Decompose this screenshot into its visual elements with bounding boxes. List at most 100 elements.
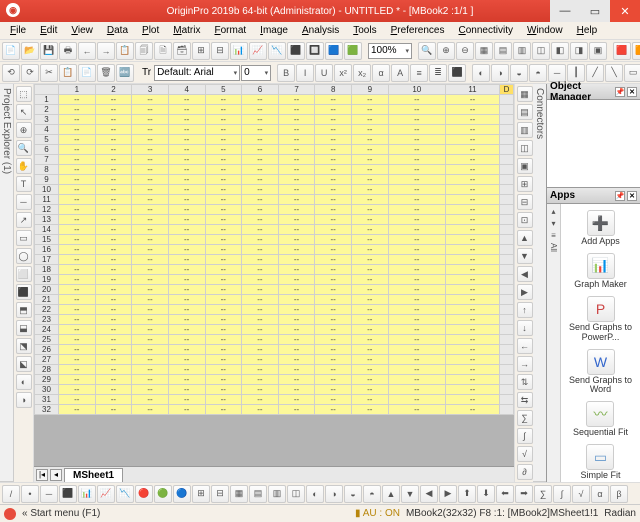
col-header[interactable]: 5 [205,85,242,95]
minimize-button[interactable]: ― [550,0,580,22]
rtool-16[interactable]: ⇅ [517,374,533,390]
row-header[interactable]: 22 [35,305,59,315]
cell[interactable]: -- [95,175,132,185]
cell[interactable]: -- [205,165,242,175]
cell[interactable]: -- [315,145,352,155]
cell[interactable]: -- [95,335,132,345]
cell[interactable]: -- [278,95,315,105]
cell[interactable]: -- [352,265,389,275]
tb2-btn-1[interactable]: ⟳ [21,64,39,82]
tb2-btn-3[interactable]: 📋 [59,64,77,82]
apps-resize-icon[interactable]: ≡ [551,231,556,240]
row-header[interactable]: 19 [35,275,59,285]
cell[interactable]: -- [278,275,315,285]
cell[interactable]: -- [132,295,169,305]
cell[interactable]: -- [388,405,445,415]
cell[interactable]: -- [205,375,242,385]
row-header[interactable]: 23 [35,315,59,325]
cell[interactable]: -- [242,365,279,375]
cell[interactable]: -- [168,335,205,345]
row-header[interactable]: 15 [35,235,59,245]
tb1c-btn-1[interactable]: 🟧 [632,42,640,60]
cell[interactable]: -- [95,265,132,275]
cell[interactable]: -- [315,265,352,275]
cell[interactable]: -- [352,245,389,255]
cell[interactable]: -- [352,165,389,175]
panel-pin-icon[interactable]: 📌 [615,87,625,97]
cell[interactable]: -- [242,295,279,305]
cell[interactable]: -- [352,195,389,205]
ltool-11[interactable]: ⬛ [16,284,32,300]
tb1b-btn-0[interactable]: 🔍 [418,42,436,60]
cell[interactable]: -- [59,315,96,325]
cell[interactable]: -- [352,275,389,285]
cell[interactable]: -- [168,405,205,415]
cell[interactable]: -- [205,335,242,345]
cell[interactable]: -- [242,305,279,315]
cell[interactable]: -- [168,375,205,385]
sheet-nav-first[interactable]: |◂ [36,469,48,481]
col-header[interactable]: 8 [315,85,352,95]
cell[interactable]: -- [315,125,352,135]
cell[interactable]: -- [278,405,315,415]
cell[interactable]: -- [95,105,132,115]
tb2b-btn-5[interactable]: α [372,64,390,82]
cell[interactable]: -- [278,385,315,395]
btool-22[interactable]: ◀ [420,485,438,503]
cell[interactable]: -- [132,125,169,135]
cell[interactable]: -- [168,385,205,395]
tb1-btn-5[interactable]: → [97,42,115,60]
cell[interactable]: -- [352,145,389,155]
cell[interactable]: -- [242,405,279,415]
cell[interactable]: -- [95,95,132,105]
cell[interactable]: -- [315,105,352,115]
cell[interactable]: -- [59,115,96,125]
cell[interactable]: -- [95,255,132,265]
cell[interactable]: -- [168,255,205,265]
cell[interactable]: -- [205,175,242,185]
cell[interactable]: -- [205,385,242,395]
cell[interactable]: -- [132,175,169,185]
tb1-btn-6[interactable]: 📋 [116,42,134,60]
cell[interactable]: -- [242,135,279,145]
cell[interactable]: -- [445,315,499,325]
btool-32[interactable]: β [610,485,628,503]
row-header[interactable]: 2 [35,105,59,115]
cell[interactable]: -- [352,255,389,265]
cell[interactable]: -- [168,345,205,355]
cell[interactable]: -- [95,225,132,235]
cell[interactable]: -- [59,235,96,245]
apps-scroll-up-icon[interactable]: ▴ [551,207,555,216]
btool-24[interactable]: ⬆ [458,485,476,503]
cell[interactable]: -- [242,375,279,385]
btool-28[interactable]: ∑ [534,485,552,503]
cell[interactable]: -- [95,285,132,295]
menu-tools[interactable]: Tools [347,24,382,37]
tb1b-btn-4[interactable]: ▤ [494,42,512,60]
tb2-btn-2[interactable]: ✂ [40,64,58,82]
cell[interactable]: -- [388,345,445,355]
col-header[interactable]: 1 [59,85,96,95]
cell[interactable]: -- [315,135,352,145]
cell[interactable]: -- [278,395,315,405]
cell[interactable]: -- [168,165,205,175]
cell[interactable]: -- [278,255,315,265]
row-header[interactable]: 29 [35,375,59,385]
panel-pin-icon[interactable]: 📌 [615,191,625,201]
cell[interactable]: -- [278,315,315,325]
cell[interactable]: -- [388,365,445,375]
cell[interactable]: -- [132,285,169,295]
tb1-btn-0[interactable]: 📄 [2,42,20,60]
cell[interactable]: -- [95,275,132,285]
cell[interactable]: -- [278,225,315,235]
btool-18[interactable]: ◒ [344,485,362,503]
cell[interactable]: -- [205,135,242,145]
cell[interactable]: -- [278,295,315,305]
ltool-0[interactable]: ⬚ [16,86,32,102]
cell[interactable]: -- [278,365,315,375]
app-item-1[interactable]: 📊Graph Maker [572,251,629,292]
cell[interactable]: -- [388,275,445,285]
cell[interactable]: -- [59,105,96,115]
ltool-9[interactable]: ◯ [16,248,32,264]
cell[interactable]: -- [388,255,445,265]
